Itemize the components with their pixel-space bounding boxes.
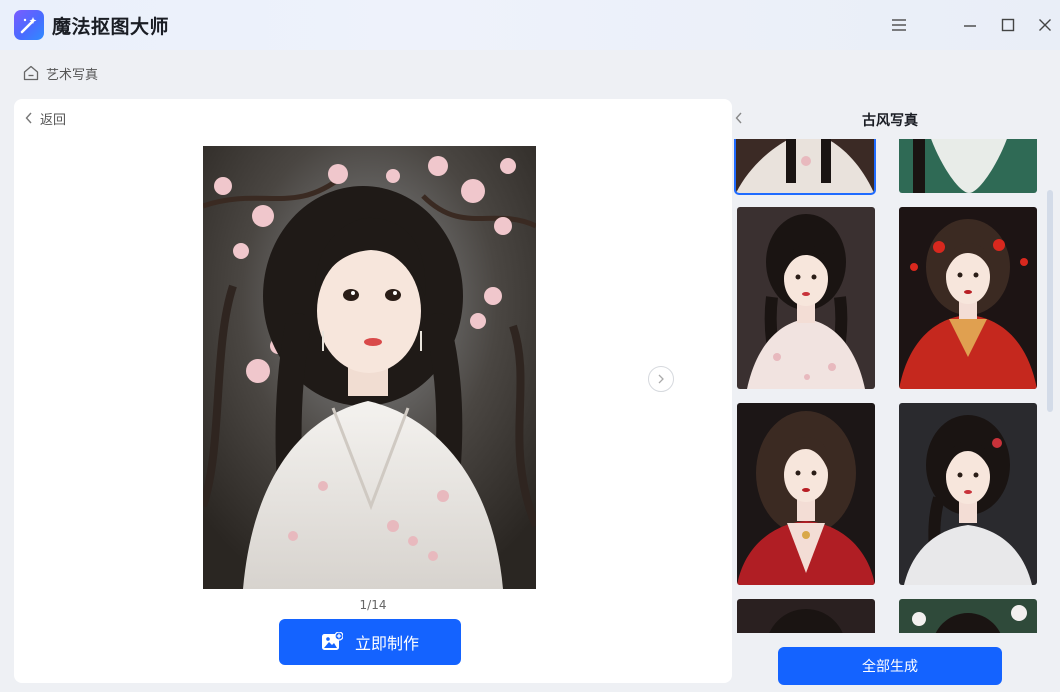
maximize-icon[interactable]	[996, 13, 1020, 37]
back-button[interactable]: 返回	[24, 109, 67, 128]
make-now-button[interactable]: 立即制作	[279, 619, 461, 665]
chevron-left-icon	[24, 111, 34, 125]
title-bar: 魔法抠图大师	[0, 0, 1060, 50]
breadcrumb[interactable]: 艺术写真	[22, 63, 98, 83]
gallery-thumbnail[interactable]	[734, 139, 876, 195]
gallery-thumbnail[interactable]	[899, 207, 1037, 389]
gallery-thumbnail[interactable]	[737, 403, 875, 585]
gallery-thumbnail[interactable]	[899, 599, 1037, 633]
image-add-icon	[321, 632, 343, 652]
menu-icon[interactable]	[887, 13, 911, 37]
close-icon[interactable]	[1033, 13, 1057, 37]
gallery-thumbnail[interactable]	[737, 207, 875, 389]
breadcrumb-label: 艺术写真	[46, 67, 99, 83]
gallery-scrollbar[interactable]	[1047, 190, 1053, 412]
make-now-label: 立即制作	[354, 634, 419, 653]
app-logo-icon	[14, 10, 44, 40]
chevron-right-icon	[656, 373, 666, 385]
minimize-icon[interactable]	[958, 13, 982, 37]
home-icon	[22, 64, 40, 82]
main-portrait-image	[203, 146, 536, 589]
next-image-button[interactable]	[648, 366, 674, 392]
gallery-thumbnail[interactable]	[899, 403, 1037, 585]
gallery-thumbnail[interactable]	[737, 599, 875, 633]
back-label: 返回	[40, 112, 67, 128]
preview-panel: 返回 1/14 立即制作	[14, 99, 732, 683]
right-header: 古风写真	[730, 108, 1060, 132]
app-title: 魔法抠图大师	[52, 16, 170, 38]
page-indicator: 1/14	[359, 598, 387, 612]
generate-all-button[interactable]: 全部生成	[778, 647, 1002, 685]
style-gallery[interactable]	[734, 139, 1046, 633]
style-title: 古风写真	[862, 113, 918, 129]
gallery-thumbnail[interactable]	[899, 139, 1037, 193]
